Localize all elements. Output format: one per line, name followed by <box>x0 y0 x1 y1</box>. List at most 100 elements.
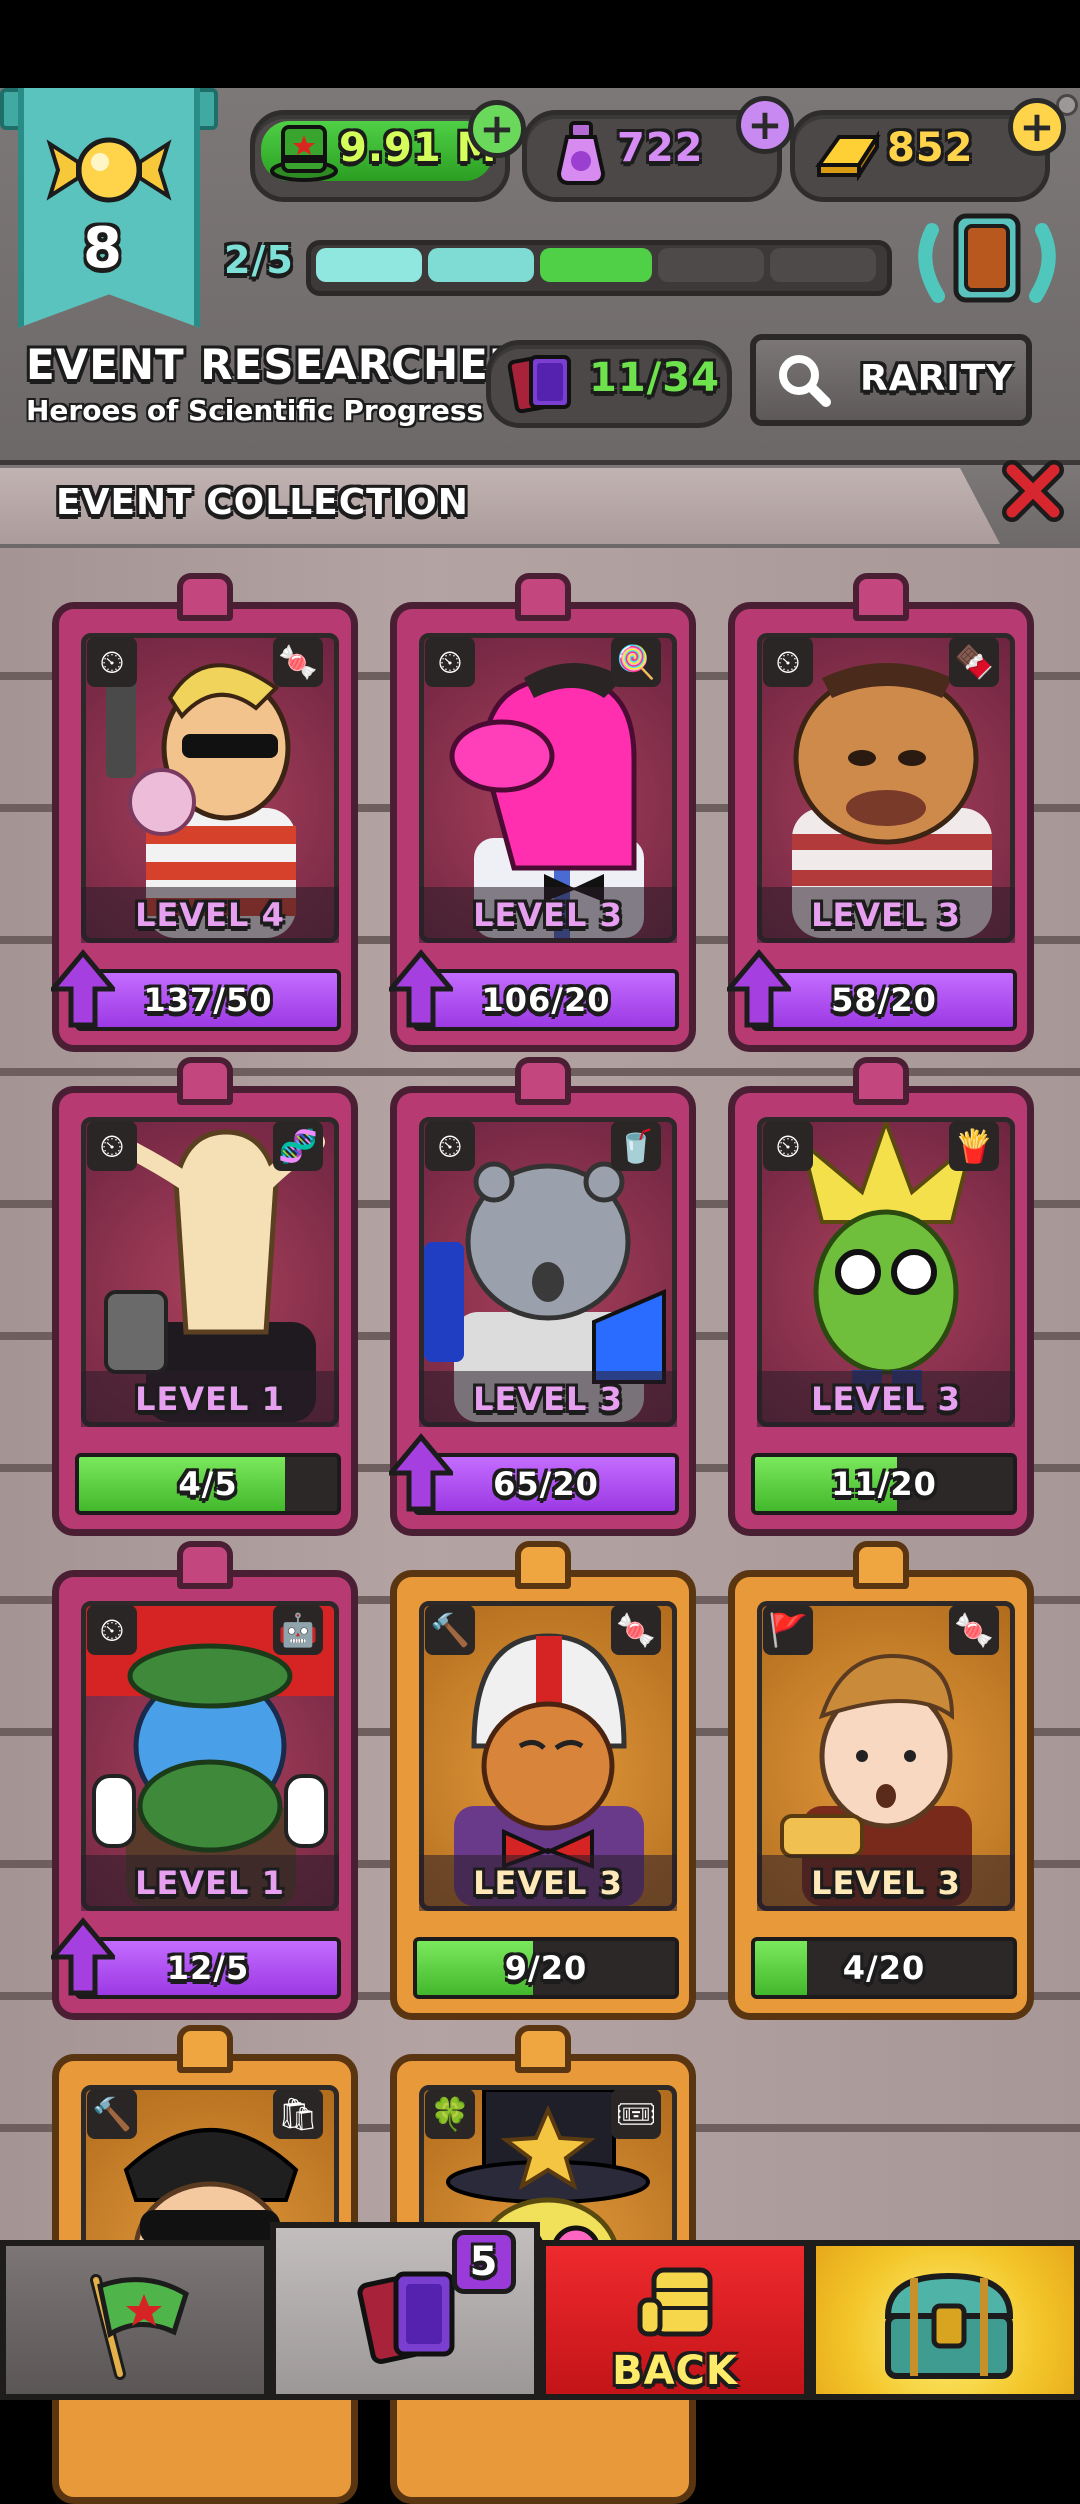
speed-gauge-icon: ⏲ <box>87 1121 137 1171</box>
card-count: 11/20 <box>831 1465 937 1503</box>
nav-flags-button[interactable] <box>0 2240 270 2400</box>
cards-icon <box>357 2271 455 2364</box>
nav-cards-button[interactable]: 5 <box>270 2222 540 2400</box>
lollipop-icon: 🍭 <box>611 637 661 687</box>
gold-value: 852 <box>887 125 974 171</box>
candy-icon: 🍬 <box>949 1605 999 1655</box>
hero-card[interactable]: ⏲ 🍭 LEVEL 3 106/20 <box>389 573 696 1052</box>
potion-icon <box>556 121 606 185</box>
cards-badge-count: 5 <box>469 2239 499 2285</box>
rarity-label: RARITY <box>860 358 1014 399</box>
hammer-icon: 🔨 <box>425 1605 475 1655</box>
card-count: 137/50 <box>143 981 273 1019</box>
add-potions-button[interactable]: + <box>736 96 794 154</box>
hero-level: LEVEL 1 <box>81 1855 339 1911</box>
hero-level: LEVEL 3 <box>419 1855 677 1911</box>
collection-subtitle: Heroes of Scientific Progress <box>26 394 484 427</box>
card-count: 58/20 <box>831 981 937 1019</box>
candy-icon: 🍬 <box>611 1605 661 1655</box>
hero-level: LEVEL 4 <box>81 887 339 943</box>
card-count: 12/5 <box>166 1949 250 1987</box>
speed-gauge-icon: ⏲ <box>763 637 813 687</box>
speed-gauge-icon: ⏲ <box>763 1121 813 1171</box>
progress-segment <box>770 248 876 282</box>
rarity-sort-button[interactable]: RARITY <box>750 334 1032 426</box>
card-count-value: 11/34 <box>589 355 720 401</box>
add-cash-button[interactable]: + <box>468 100 526 158</box>
hero-card[interactable]: ⏲ 🍫 LEVEL 3 58/20 <box>727 573 1034 1052</box>
level-reward-button[interactable] <box>912 210 1062 310</box>
speed-gauge-icon: ⏲ <box>87 1605 137 1655</box>
candy-icon <box>46 137 172 203</box>
card-count: 4/20 <box>842 1949 926 1987</box>
card-hook <box>515 1541 571 1589</box>
gold-bar-icon <box>815 130 881 181</box>
ticket-icon: 🎟 <box>611 2089 661 2139</box>
upgrade-arrow-icon[interactable] <box>51 1917 115 1997</box>
card-progress-bar: 11/20 <box>751 1453 1017 1515</box>
hero-card[interactable]: ⏲ 🧬 LEVEL 1 4/5 <box>52 1057 358 1536</box>
card-progress-bar: 9/20 <box>413 1937 679 1999</box>
upgrade-arrow-icon[interactable] <box>727 949 791 1029</box>
gumball-icon: 🍬 <box>273 637 323 687</box>
clover-icon: 🍀 <box>425 2089 475 2139</box>
upgrade-arrow-icon[interactable] <box>389 949 453 1029</box>
card-hook <box>177 573 233 621</box>
collection-header: 8 9.91 M + 722 + 852 + 2/5 EVENT RESEARC… <box>0 88 1080 554</box>
level-progress-text: 2/5 <box>224 238 294 282</box>
close-icon[interactable] <box>1000 458 1066 524</box>
upgrade-arrow-icon[interactable] <box>389 1433 453 1513</box>
card-hook <box>853 1541 909 1589</box>
card-hook <box>515 1057 571 1105</box>
cards-notification-badge: 5 <box>452 2230 516 2294</box>
card-progress-bar: 4/20 <box>751 1937 1017 1999</box>
hero-card[interactable]: 🚩 🍬 LEVEL 3 4/20 <box>728 1541 1034 2020</box>
hero-card[interactable]: ⏲ 🥤 LEVEL 3 65/20 <box>389 1057 696 1536</box>
hero-level: LEVEL 1 <box>81 1371 339 1427</box>
card-count: 65/20 <box>493 1465 599 1503</box>
cards-icon <box>507 354 571 414</box>
back-label: BACK <box>612 2348 738 2394</box>
upgrade-arrow-icon[interactable] <box>51 949 115 1029</box>
fries-icon: 🍟 <box>949 1121 999 1171</box>
card-hook <box>177 2025 233 2073</box>
robot-toy-icon: 🤖 <box>273 1605 323 1655</box>
player-level-banner[interactable]: 8 <box>18 88 200 328</box>
progress-segment <box>428 248 534 282</box>
hero-level: LEVEL 3 <box>419 887 677 943</box>
hero-card[interactable]: ⏲ 🤖 LEVEL 1 12/5 <box>51 1541 358 2020</box>
section-title: EVENT COLLECTION <box>56 482 469 523</box>
speed-gauge-icon: ⏲ <box>425 637 475 687</box>
card-count: 4/5 <box>178 1465 238 1503</box>
flag-icon <box>90 2274 189 2380</box>
top-hat-icon <box>270 125 338 182</box>
card-hook <box>853 573 909 621</box>
laurel-card-icon <box>918 213 1056 303</box>
speed-gauge-icon: ⏲ <box>87 637 137 687</box>
search-icon <box>779 355 831 407</box>
card-hook <box>853 1057 909 1105</box>
card-count: 9/20 <box>504 1949 588 1987</box>
card-hook <box>515 2025 571 2073</box>
flag-icon: 🚩 <box>763 1605 813 1655</box>
card-count: 106/20 <box>481 981 611 1019</box>
progress-segment <box>540 248 652 282</box>
bottom-navigation: 5 BACK <box>0 2222 1080 2400</box>
hero-card[interactable]: ⏲ 🍬 LEVEL 4 137/50 <box>51 573 358 1052</box>
speed-gauge-icon: ⏲ <box>425 1121 475 1171</box>
card-hook <box>177 1541 233 1589</box>
add-gold-button[interactable]: + <box>1008 98 1066 156</box>
hero-level: LEVEL 3 <box>757 1371 1015 1427</box>
hero-level: LEVEL 3 <box>757 887 1015 943</box>
hero-level: LEVEL 3 <box>757 1855 1015 1911</box>
nav-chest-button[interactable] <box>810 2240 1080 2400</box>
chocolate-icon: 🍫 <box>949 637 999 687</box>
treasure-chest-icon <box>884 2272 1014 2379</box>
progress-segment <box>658 248 764 282</box>
player-level-number: 8 <box>83 216 123 281</box>
hero-card[interactable]: 🔨 🍬 LEVEL 3 9/20 <box>390 1541 696 2020</box>
hero-card[interactable]: ⏲ 🍟 LEVEL 3 11/20 <box>728 1057 1034 1536</box>
progress-segment <box>316 248 422 282</box>
back-button[interactable]: BACK <box>540 2240 810 2400</box>
dna-icon: 🧬 <box>273 1121 323 1171</box>
